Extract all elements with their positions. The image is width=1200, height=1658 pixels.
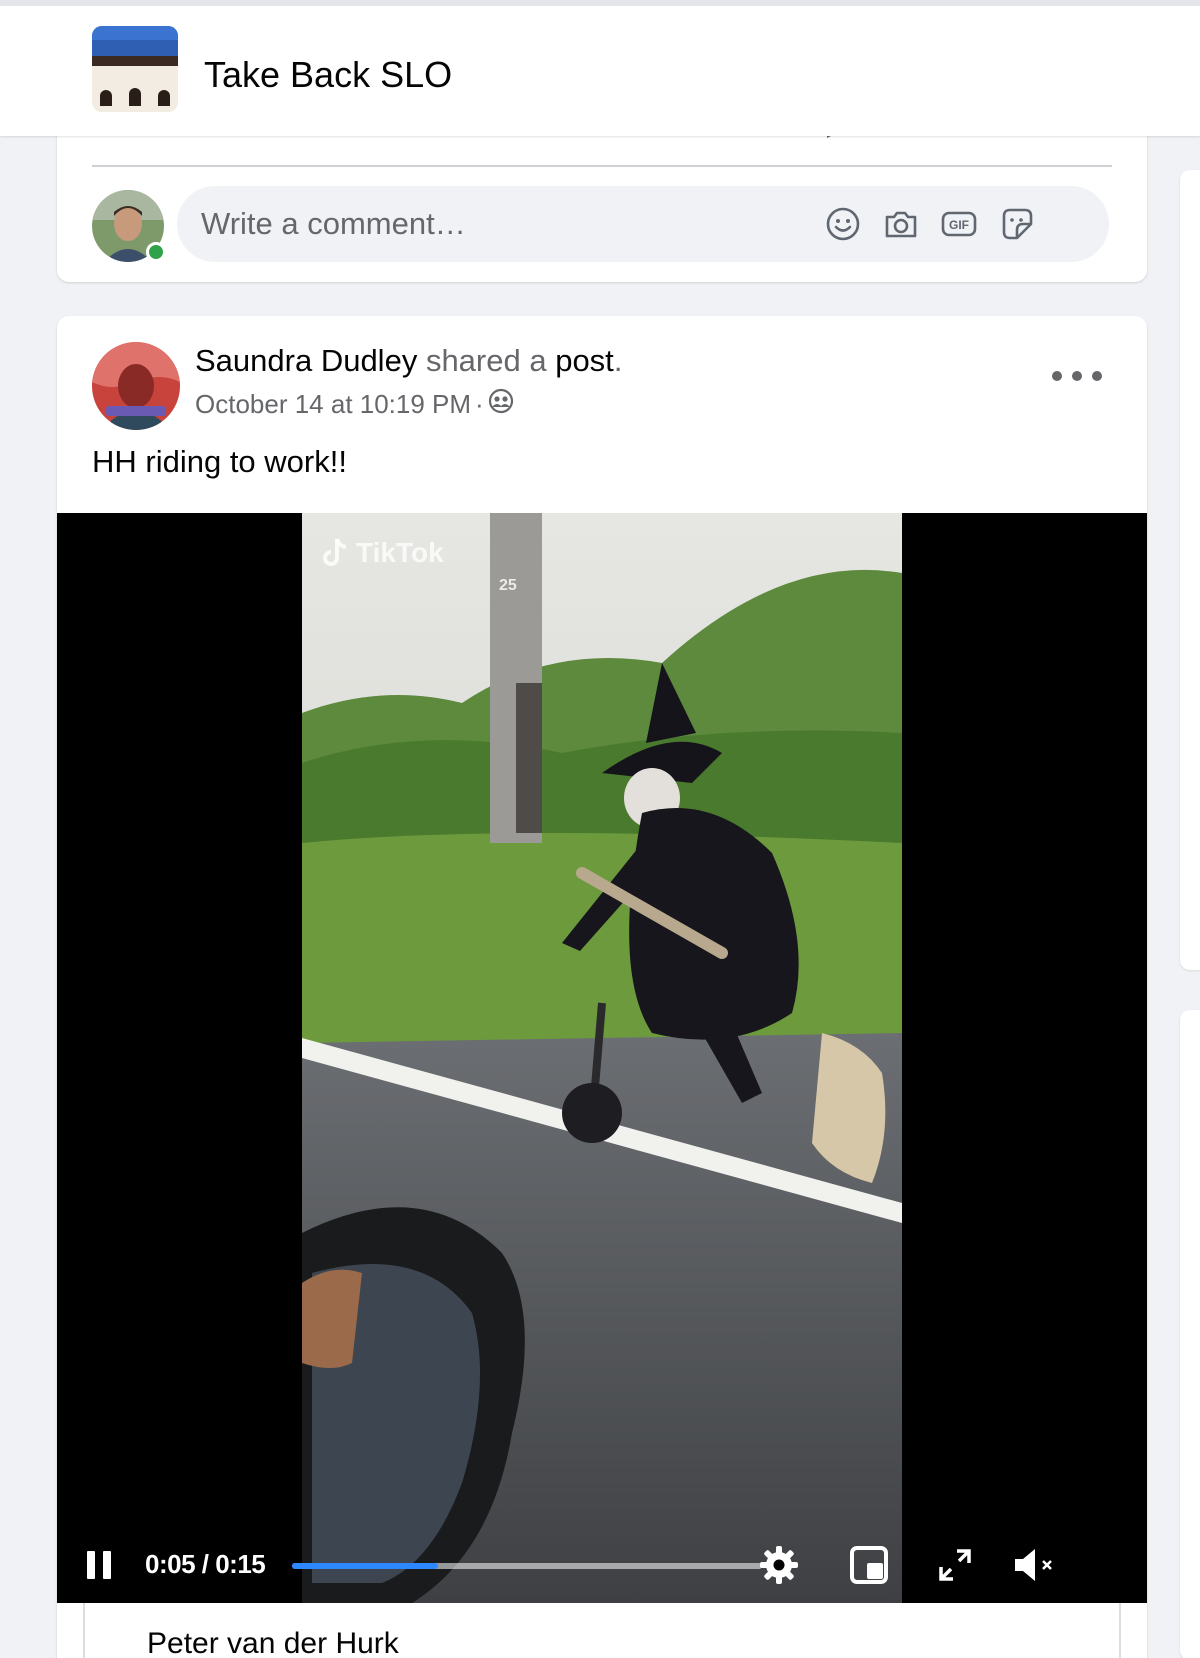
more-options-button[interactable] [1052,364,1102,388]
post-timestamp[interactable]: October 14 at 10:19 PM [195,389,471,420]
emoji-icon[interactable] [825,206,861,242]
group-header: Take Back SLO [0,0,1200,136]
picture-in-picture-icon[interactable] [849,1545,889,1590]
share-action-text: shared a [417,343,556,378]
tiktok-watermark: TikTok [322,537,444,569]
side-panel-card [1180,1010,1200,1658]
next-comment-author[interactable]: Peter van der Hurk [147,1627,399,1658]
camera-icon[interactable] [883,206,919,242]
divider [92,165,1112,167]
video-progress-bar[interactable] [292,1563,762,1569]
pause-icon[interactable] [87,1551,115,1581]
group-thumbnail[interactable] [92,26,178,112]
post-text: HH riding to work!! [92,444,347,479]
shared-post-preview: Peter van der Hurk [83,1603,1121,1658]
sticker-icon[interactable] [999,206,1035,242]
comment-input[interactable] [201,204,801,244]
header-period: . [613,343,623,378]
post-card: Saundra Dudley shared a post. October 14… [57,316,1147,1658]
video-frame [302,513,902,1603]
previous-post-footer: GIF [57,120,1147,282]
settings-gear-icon[interactable] [757,1543,801,1592]
author-avatar[interactable] [92,342,180,430]
my-avatar[interactable] [92,190,166,262]
svg-text:GIF: GIF [949,218,969,232]
shared-post-link[interactable]: post [555,343,614,378]
comment-composer[interactable]: GIF [177,186,1109,262]
post-header-line: Saundra Dudley shared a post. [195,342,622,380]
meta-separator: · [475,389,484,419]
video-player[interactable]: TikTok 25 0:05 / 0:15 [57,513,1147,1603]
tiktok-label: TikTok [356,537,444,568]
muted-speaker-icon[interactable] [1013,1545,1057,1590]
fullscreen-icon[interactable] [937,1547,973,1588]
author-name[interactable]: Saundra Dudley [195,343,417,378]
side-panel-card [1180,170,1200,970]
tiktok-id-number: 25 [499,577,517,594]
group-name[interactable]: Take Back SLO [204,54,452,96]
video-controls: 0:05 / 0:15 [57,1511,1147,1603]
post-meta: October 14 at 10:19 PM · [195,388,514,421]
group-audience-icon [488,388,514,421]
video-progress-fill [292,1563,438,1569]
gif-icon[interactable]: GIF [941,206,977,242]
video-time: 0:05 / 0:15 [145,1549,266,1579]
online-status-dot [146,242,166,262]
